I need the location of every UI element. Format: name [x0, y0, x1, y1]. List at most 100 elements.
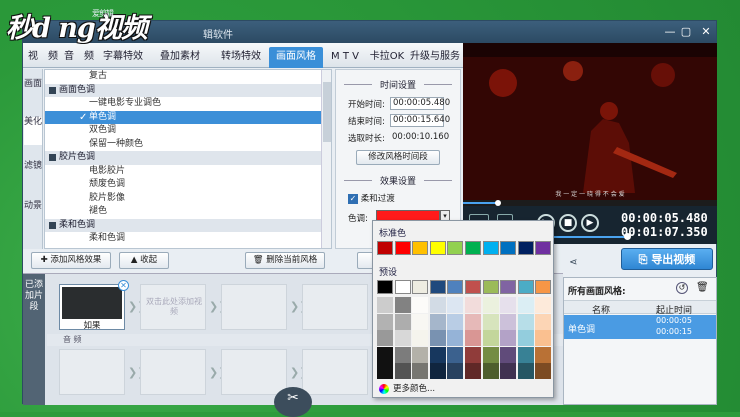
- standard-color-swatch[interactable]: [447, 241, 464, 255]
- tab-upgrade[interactable]: 升级与服务: [407, 47, 463, 68]
- theme-color-swatch[interactable]: [465, 280, 481, 294]
- shade-color-swatch[interactable]: [429, 330, 446, 346]
- shade-color-swatch[interactable]: [377, 297, 393, 313]
- list-category[interactable]: 柔和色调: [45, 218, 331, 232]
- shade-color-swatch[interactable]: [447, 313, 464, 330]
- table-row[interactable]: 单色调 00:00:05 00:00:15: [564, 315, 716, 339]
- standard-color-swatch[interactable]: [412, 241, 429, 255]
- shade-color-swatch[interactable]: [482, 330, 499, 346]
- list-scrollbar[interactable]: [321, 70, 331, 248]
- tab-mtv[interactable]: M T V: [323, 47, 367, 68]
- list-item[interactable]: 柔和色调: [45, 232, 331, 246]
- trash-icon[interactable]: 🗑: [696, 282, 709, 293]
- shade-color-swatch[interactable]: [517, 363, 534, 379]
- shade-color-swatch[interactable]: [500, 363, 517, 379]
- add-style-button[interactable]: ✚ 添加风格效果: [31, 252, 111, 269]
- shade-color-swatch[interactable]: [517, 313, 534, 330]
- video-clip[interactable]: 如果 ✕: [59, 280, 129, 331]
- list-category[interactable]: 胶片色调: [45, 151, 331, 165]
- shade-color-swatch[interactable]: [535, 297, 552, 313]
- shade-color-swatch[interactable]: [412, 313, 429, 330]
- shade-color-swatch[interactable]: [447, 330, 464, 346]
- minimize-button[interactable]: —: [662, 24, 678, 40]
- tab-karaoke[interactable]: 卡拉OK: [367, 47, 407, 68]
- standard-color-swatch[interactable]: [500, 241, 517, 255]
- shade-color-swatch[interactable]: [465, 330, 481, 346]
- shade-color-swatch[interactable]: [429, 346, 446, 363]
- shade-color-swatch[interactable]: [412, 363, 429, 379]
- shade-color-swatch[interactable]: [447, 297, 464, 313]
- scroll-thumb[interactable]: [323, 82, 331, 142]
- modify-time-button[interactable]: 修改风格时间段: [356, 150, 440, 165]
- standard-color-swatch[interactable]: [482, 241, 499, 255]
- start-time-input[interactable]: 00:00:05.480: [390, 97, 450, 110]
- shade-color-swatch[interactable]: [482, 346, 499, 363]
- theme-color-swatch[interactable]: [377, 280, 393, 294]
- back-icon[interactable]: ↺: [676, 282, 688, 294]
- shade-color-swatch[interactable]: [500, 297, 517, 313]
- tab-transitions[interactable]: 转场特效: [213, 47, 269, 68]
- shade-color-swatch[interactable]: [535, 346, 552, 363]
- shade-color-swatch[interactable]: [465, 297, 481, 313]
- theme-color-swatch[interactable]: [447, 280, 464, 294]
- export-video-button[interactable]: ⎘ 导出视频: [621, 248, 713, 270]
- end-time-input[interactable]: 00:00:15.640: [390, 114, 450, 127]
- volume-slider[interactable]: [553, 236, 627, 238]
- theme-color-swatch[interactable]: [482, 280, 499, 294]
- list-item[interactable]: 电影胶片: [45, 165, 331, 179]
- collapse-button[interactable]: ▲ 收起: [119, 252, 169, 269]
- shade-color-swatch[interactable]: [500, 346, 517, 363]
- theme-color-swatch[interactable]: [535, 280, 552, 294]
- shade-color-swatch[interactable]: [500, 313, 517, 330]
- standard-color-swatch[interactable]: [535, 241, 552, 255]
- shade-color-swatch[interactable]: [447, 346, 464, 363]
- stop-icon[interactable]: ■: [559, 214, 577, 232]
- empty-slot[interactable]: [221, 284, 287, 330]
- list-item[interactable]: 颓废色调: [45, 178, 331, 192]
- standard-color-swatch[interactable]: [377, 241, 393, 255]
- list-item[interactable]: 一键电影专业调色: [45, 97, 331, 111]
- side-tab-beautify[interactable]: 美化: [24, 117, 42, 145]
- shade-color-swatch[interactable]: [377, 363, 393, 379]
- empty-slot[interactable]: [59, 349, 125, 395]
- next-icon[interactable]: ▶: [581, 214, 599, 232]
- soft-transition-checkbox[interactable]: ✓ 柔和过渡: [348, 192, 395, 204]
- shade-color-swatch[interactable]: [394, 313, 411, 330]
- theme-color-swatch[interactable]: [500, 280, 517, 294]
- list-item[interactable]: 复古: [45, 70, 331, 84]
- shade-color-swatch[interactable]: [377, 313, 393, 330]
- shade-color-swatch[interactable]: [517, 297, 534, 313]
- theme-color-swatch[interactable]: [394, 280, 411, 294]
- standard-color-swatch[interactable]: [394, 241, 411, 255]
- shade-color-swatch[interactable]: [377, 330, 393, 346]
- side-tab-picture[interactable]: 画面: [24, 79, 42, 105]
- shade-color-swatch[interactable]: [517, 346, 534, 363]
- close-button[interactable]: ✕: [698, 24, 714, 40]
- shade-color-swatch[interactable]: [465, 346, 481, 363]
- empty-slot[interactable]: [302, 284, 368, 330]
- maximize-button[interactable]: ▢: [678, 24, 694, 40]
- tab-subtitle-effects[interactable]: 字幕特效: [97, 47, 149, 68]
- empty-slot[interactable]: [302, 349, 368, 395]
- tab-picture-style[interactable]: 画面风格: [269, 47, 323, 68]
- standard-color-swatch[interactable]: [517, 241, 534, 255]
- theme-color-swatch[interactable]: [517, 280, 534, 294]
- shade-color-swatch[interactable]: [535, 313, 552, 330]
- tab-audio[interactable]: 音 频: [61, 47, 97, 68]
- list-item[interactable]: 褪色: [45, 205, 331, 219]
- shade-color-swatch[interactable]: [500, 330, 517, 346]
- theme-color-swatch[interactable]: [429, 280, 446, 294]
- shade-color-swatch[interactable]: [429, 313, 446, 330]
- shade-color-swatch[interactable]: [429, 297, 446, 313]
- shade-color-swatch[interactable]: [482, 297, 499, 313]
- list-item[interactable]: 保留一种颜色: [45, 138, 331, 152]
- list-item[interactable]: 胶片影像: [45, 192, 331, 206]
- shade-color-swatch[interactable]: [517, 330, 534, 346]
- shade-color-swatch[interactable]: [465, 363, 481, 379]
- side-tab-filter[interactable]: 滤镜: [24, 161, 42, 189]
- list-category[interactable]: 画面色调: [45, 83, 331, 97]
- list-item[interactable]: 双色调: [45, 124, 331, 138]
- shade-color-swatch[interactable]: [482, 313, 499, 330]
- standard-color-swatch[interactable]: [429, 241, 446, 255]
- shade-color-swatch[interactable]: [377, 346, 393, 363]
